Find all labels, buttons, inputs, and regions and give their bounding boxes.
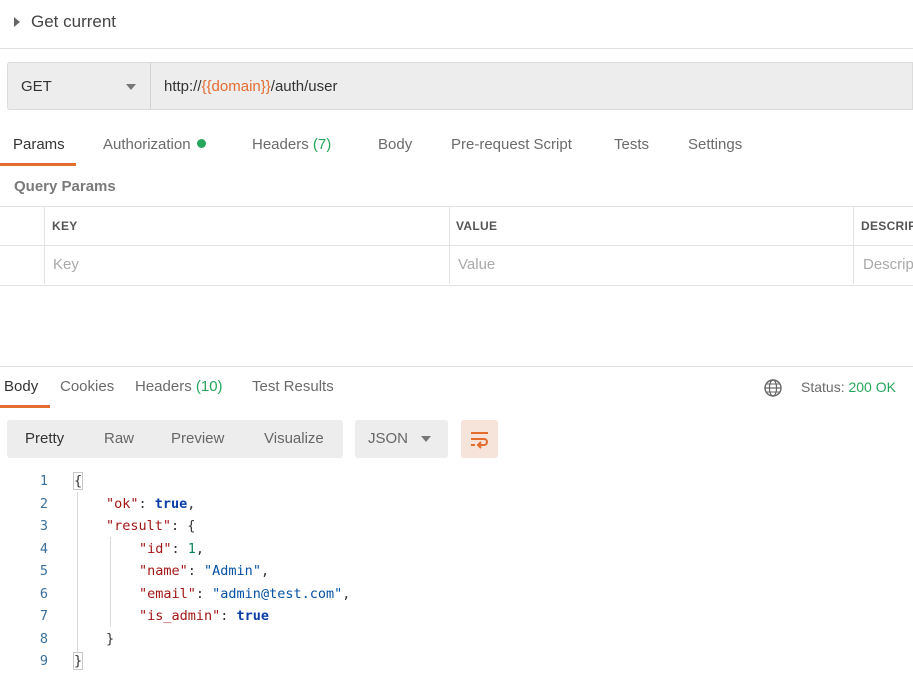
wrap-lines-icon xyxy=(471,432,488,449)
status-label: Status: xyxy=(801,379,845,395)
code-line: } xyxy=(72,652,84,670)
json-key: "ok" xyxy=(106,496,139,512)
wrap-lines-button[interactable] xyxy=(461,420,498,458)
active-tab-indicator xyxy=(0,163,76,166)
tab-tests[interactable]: Tests xyxy=(614,136,649,153)
chevron-down-icon xyxy=(126,84,136,90)
json-key: "is_admin" xyxy=(139,608,221,624)
method-select[interactable]: GET xyxy=(7,62,150,110)
tab-settings[interactable]: Settings xyxy=(688,136,742,153)
json-value: true xyxy=(154,496,188,512)
json-brace: { xyxy=(72,472,84,490)
status-value[interactable]: 200 OK xyxy=(848,379,895,395)
request-title-bar: Get current xyxy=(0,0,913,49)
column-header-description: DESCRIPTION xyxy=(861,219,913,233)
response-tab-body[interactable]: Body xyxy=(4,378,38,395)
tab-params[interactable]: Params xyxy=(13,136,65,153)
code-line: } xyxy=(106,631,114,647)
line-number: 4 xyxy=(39,541,48,557)
value-input[interactable]: Value xyxy=(458,256,495,273)
tab-headers-count: (7) xyxy=(312,136,332,153)
format-label: JSON xyxy=(368,430,409,447)
line-number: 6 xyxy=(39,586,48,602)
view-preview-button[interactable]: Preview xyxy=(171,430,224,447)
line-number: 3 xyxy=(39,518,48,534)
line-number: 1 xyxy=(39,473,48,489)
tab-prerequest-script[interactable]: Pre-request Script xyxy=(451,136,572,153)
query-params-title: Query Params xyxy=(14,178,116,195)
json-value: 1 xyxy=(187,541,196,557)
indent-guide xyxy=(77,492,78,652)
line-number: 7 xyxy=(39,608,48,624)
column-divider xyxy=(44,207,45,284)
view-visualize-button[interactable]: Visualize xyxy=(264,430,324,447)
code-line: "ok": true, xyxy=(106,496,196,512)
code-line: "is_admin": true xyxy=(139,608,270,624)
line-number: 5 xyxy=(39,563,48,579)
tab-body[interactable]: Body xyxy=(378,136,412,153)
format-select[interactable]: JSON xyxy=(355,420,448,458)
json-key: "id" xyxy=(139,541,172,557)
tab-headers[interactable]: Headers (7) xyxy=(252,136,331,153)
chevron-down-icon xyxy=(421,436,431,442)
json-key: "name" xyxy=(139,563,188,579)
column-divider xyxy=(853,207,854,284)
url-prefix: http:// xyxy=(164,78,202,95)
json-value: true xyxy=(236,608,270,624)
key-input[interactable]: Key xyxy=(53,256,79,273)
url-input[interactable]: http://{{domain}}/auth/user xyxy=(150,62,913,110)
response-tab-test-results[interactable]: Test Results xyxy=(252,378,334,395)
url-suffix: /auth/user xyxy=(270,78,338,95)
json-brace: } xyxy=(72,652,84,670)
column-divider xyxy=(449,207,450,284)
response-tab-headers[interactable]: Headers (10) xyxy=(135,378,223,395)
line-number: 8 xyxy=(39,631,48,647)
query-params-table: KEY VALUE DESCRIPTION Key Value Descript… xyxy=(0,206,913,286)
tab-authorization-label: Authorization xyxy=(103,136,191,153)
json-key: "email" xyxy=(139,586,196,602)
response-tab-headers-count: (10) xyxy=(195,378,223,395)
caret-right-icon[interactable] xyxy=(14,17,20,27)
code-line: "name": "Admin", xyxy=(139,563,270,579)
response-divider[interactable] xyxy=(0,366,913,367)
column-header-value: VALUE xyxy=(456,219,498,233)
indent-guide xyxy=(110,537,111,627)
globe-icon[interactable] xyxy=(763,378,783,398)
json-brace: } xyxy=(106,631,115,647)
description-input[interactable]: Description xyxy=(863,256,913,273)
json-brace: { xyxy=(187,518,196,534)
view-mode-group: Pretty Raw Preview Visualize xyxy=(7,420,343,458)
json-key: "result" xyxy=(106,518,172,534)
method-label: GET xyxy=(21,78,52,95)
line-number: 2 xyxy=(39,496,48,512)
url-text: http://{{domain}}/auth/user xyxy=(164,78,338,95)
tab-headers-label: Headers xyxy=(252,136,309,153)
table-row-divider xyxy=(0,245,913,246)
json-value: "admin@test.com" xyxy=(212,586,343,602)
code-line: "id": 1, xyxy=(139,541,205,557)
response-status: Status: 200 OK xyxy=(801,379,896,395)
view-raw-button[interactable]: Raw xyxy=(104,430,134,447)
response-tab-cookies[interactable]: Cookies xyxy=(60,378,114,395)
status-dot-icon xyxy=(196,139,206,148)
view-pretty-button[interactable]: Pretty xyxy=(25,430,64,447)
url-variable: {{domain}} xyxy=(201,78,271,95)
active-tab-indicator xyxy=(0,405,50,408)
response-tab-headers-label: Headers xyxy=(135,378,192,395)
column-header-key: KEY xyxy=(52,219,78,233)
code-line: { xyxy=(72,472,84,490)
response-body-viewer[interactable]: 1 2 3 4 5 6 7 8 9 { "ok": true, "result"… xyxy=(0,468,913,698)
code-line: "email": "admin@test.com", xyxy=(139,586,351,602)
code-line: "result": { xyxy=(106,518,196,534)
request-name[interactable]: Get current xyxy=(31,12,116,32)
tab-authorization[interactable]: Authorization xyxy=(103,136,206,153)
line-number: 9 xyxy=(39,653,48,669)
json-value: "Admin" xyxy=(204,563,261,579)
